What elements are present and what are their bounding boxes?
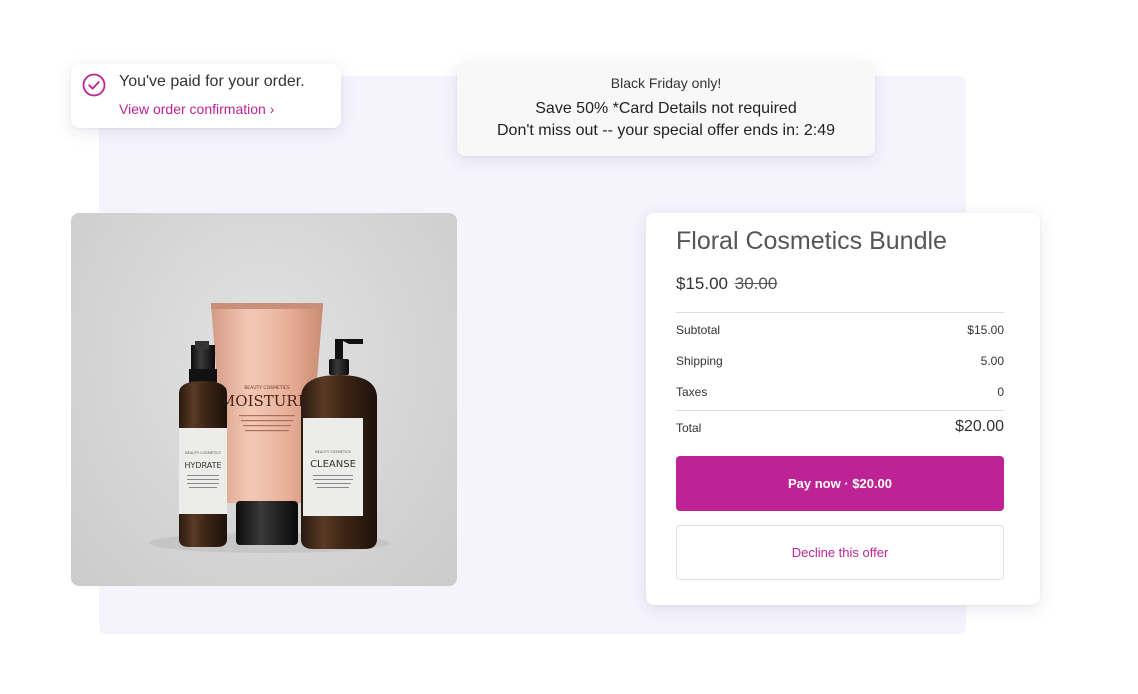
tube-product-label: MOISTURIZ bbox=[220, 392, 314, 410]
cleanse-product-label: CLEANSE bbox=[310, 459, 356, 470]
total-value: $20.00 bbox=[955, 418, 1004, 435]
shipping-row: Shipping 5.00 bbox=[676, 354, 1004, 368]
tube-brand-label: BEAUTY COSMETICS bbox=[244, 385, 290, 391]
original-price: 30.00 bbox=[734, 274, 778, 293]
promo-banner: Black Friday only! Save 50% *Card Detail… bbox=[457, 63, 875, 156]
sale-price: $15.00 bbox=[676, 274, 728, 293]
taxes-value: 0 bbox=[997, 385, 1004, 399]
shipping-label: Shipping bbox=[676, 354, 723, 368]
promo-tag: Black Friday only! bbox=[610, 75, 722, 91]
taxes-label: Taxes bbox=[676, 385, 708, 399]
shipping-value: 5.00 bbox=[980, 354, 1004, 368]
subtotal-label: Subtotal bbox=[676, 323, 721, 337]
subtotal-value: $15.00 bbox=[967, 323, 1004, 337]
payment-confirmation-title: You've paid for your order. bbox=[119, 73, 305, 90]
pay-now-button[interactable]: Pay now · $20.00 bbox=[676, 456, 1004, 511]
decline-offer-button[interactable]: Decline this offer bbox=[676, 525, 1004, 580]
divider bbox=[676, 410, 1004, 411]
taxes-row: Taxes 0 bbox=[676, 385, 1004, 399]
check-circle-icon bbox=[82, 73, 106, 97]
product-image: BEAUTY COSMETICS MOISTURIZ BEAUTY COSMET… bbox=[71, 213, 457, 586]
promo-headline: Save 50% *Card Details not required bbox=[535, 100, 797, 117]
view-order-confirmation-link[interactable]: View order confirmation › bbox=[119, 101, 274, 117]
payment-confirmation-notice: You've paid for your order. View order c… bbox=[71, 64, 341, 128]
cleanse-brand-label: BEAUTY COSMETICS bbox=[315, 450, 351, 454]
divider bbox=[676, 312, 1004, 313]
product-name: Floral Cosmetics Bundle bbox=[676, 227, 947, 255]
hydrate-brand-label: BEAUTY COSMETICS bbox=[185, 451, 221, 455]
upsell-offer-card: Floral Cosmetics Bundle $15.00 30.00 Sub… bbox=[646, 213, 1040, 605]
promo-countdown: Don't miss out -- your special offer end… bbox=[496, 122, 836, 139]
subtotal-row: Subtotal $15.00 bbox=[676, 323, 1004, 337]
price: $15.00 30.00 bbox=[676, 274, 777, 294]
hydrate-product-label: HYDRATE bbox=[184, 461, 221, 470]
total-row: Total $20.00 bbox=[676, 418, 1004, 435]
total-label: Total bbox=[676, 421, 702, 435]
